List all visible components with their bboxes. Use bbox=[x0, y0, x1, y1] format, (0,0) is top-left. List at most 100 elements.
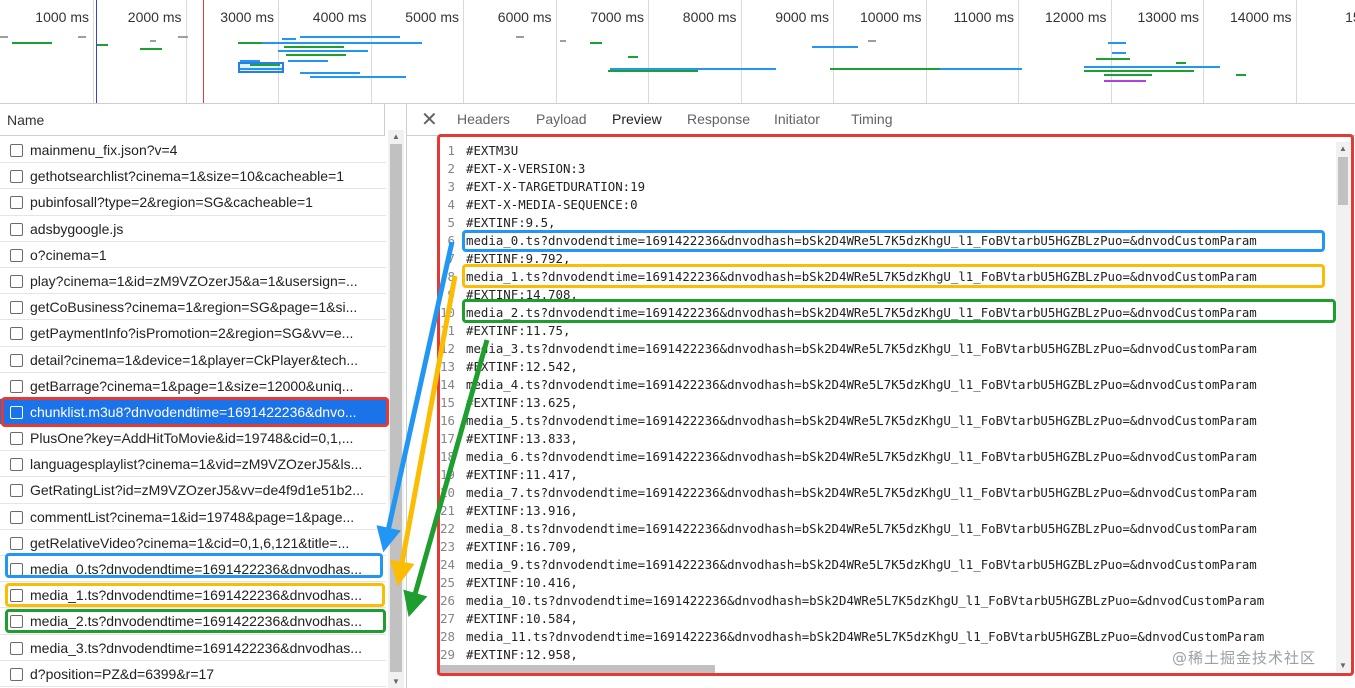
request-row[interactable]: chunklist.m3u8?dnvodendtime=1691422236&d… bbox=[0, 398, 386, 426]
line-text: #EXTINF:12.542, bbox=[466, 359, 578, 374]
scroll-down-icon[interactable]: ▼ bbox=[1339, 661, 1347, 670]
request-list-panel: Name mainmenu_fix.json?v=4 gethotsearchli… bbox=[0, 104, 407, 688]
line-text: media_3.ts?dnvodendtime=1691422236&dnvod… bbox=[466, 341, 1257, 356]
request-checkbox[interactable] bbox=[10, 432, 23, 446]
line-number: 27 bbox=[440, 611, 455, 626]
waterfall-bar bbox=[1084, 70, 1194, 72]
request-row[interactable]: commentList?cinema=1&id=19748&page=1&pag… bbox=[0, 504, 386, 530]
request-row[interactable]: mainmenu_fix.json?v=4 bbox=[0, 137, 386, 164]
code-line: 2 #EXT-X-VERSION:3 bbox=[437, 160, 1335, 178]
tab-response[interactable]: Response bbox=[687, 111, 750, 127]
request-checkbox[interactable] bbox=[10, 170, 23, 184]
line-text: #EXTINF:12.958, bbox=[466, 647, 578, 662]
tab-payload[interactable]: Payload bbox=[536, 111, 587, 127]
scrollbar-thumb[interactable] bbox=[437, 665, 715, 675]
line-text: #EXTINF:16.709, bbox=[466, 539, 578, 554]
request-name: GetRatingList?id=zM9VZOzerJ5&vv=de4f9d1e… bbox=[30, 482, 364, 499]
request-row[interactable]: adsbygoogle.js bbox=[0, 216, 386, 242]
request-row[interactable]: d?position=PZ&d=6399&r=17 bbox=[0, 661, 386, 687]
line-text: media_4.ts?dnvodendtime=1691422236&dnvod… bbox=[466, 377, 1257, 392]
request-row[interactable]: media_1.ts?dnvodendtime=1691422236&dnvod… bbox=[0, 582, 386, 609]
tab-initiator[interactable]: Initiator bbox=[774, 111, 820, 127]
line-number: 1 bbox=[447, 143, 455, 158]
waterfall-bar bbox=[150, 40, 156, 42]
line-text: media_7.ts?dnvodendtime=1691422236&dnvod… bbox=[466, 485, 1257, 500]
waterfall-bar bbox=[560, 40, 566, 42]
request-checkbox[interactable] bbox=[10, 641, 23, 655]
scroll-down-icon[interactable]: ▼ bbox=[392, 677, 400, 686]
request-row[interactable]: play?cinema=1&id=zM9VZOzerJ5&a=1&usersig… bbox=[0, 268, 386, 295]
request-row[interactable]: getBarrage?cinema=1&page=1&size=12000&un… bbox=[0, 373, 386, 399]
line-number: 23 bbox=[440, 539, 455, 554]
request-checkbox[interactable] bbox=[10, 405, 23, 419]
line-number: 16 bbox=[440, 413, 455, 428]
line-number: 29 bbox=[440, 647, 455, 662]
timeline-tick: 9000 ms bbox=[775, 0, 834, 103]
request-row[interactable]: getRelativeVideo?cinema=1&cid=0,1,6,121&… bbox=[0, 530, 386, 556]
line-number: 15 bbox=[440, 395, 455, 410]
tab-timing[interactable]: Timing bbox=[851, 111, 893, 127]
waterfall-bar bbox=[1084, 66, 1220, 68]
preview-vertical-scrollbar[interactable]: ▲ ▼ bbox=[1336, 142, 1350, 672]
timeline-tick: 1000 ms bbox=[35, 0, 94, 103]
request-checkbox[interactable] bbox=[10, 301, 23, 315]
request-name: o?cinema=1 bbox=[30, 246, 107, 263]
request-row[interactable]: media_0.ts?dnvodendtime=1691422236&dnvod… bbox=[0, 556, 386, 583]
request-list-scrollbar[interactable]: ▲ ▼ bbox=[388, 130, 404, 688]
line-number: 10 bbox=[440, 305, 455, 320]
request-row[interactable]: PlusOne?key=AddHitToMovie&id=19748&cid=0… bbox=[0, 425, 386, 452]
request-row[interactable]: GetRatingList?id=zM9VZOzerJ5&vv=de4f9d1e… bbox=[0, 477, 386, 504]
request-checkbox[interactable] bbox=[10, 563, 23, 576]
request-row[interactable]: getPaymentInfo?isPromotion=2&region=SG&v… bbox=[0, 320, 386, 347]
request-checkbox[interactable] bbox=[10, 589, 23, 603]
line-text: media_0.ts?dnvodendtime=1691422236&dnvod… bbox=[466, 233, 1257, 248]
scrollbar-thumb[interactable] bbox=[390, 144, 402, 672]
timeline-tick: 2000 ms bbox=[128, 0, 187, 103]
tab-headers[interactable]: Headers bbox=[457, 111, 510, 127]
line-number: 13 bbox=[440, 359, 455, 374]
request-checkbox[interactable] bbox=[10, 327, 23, 341]
line-number: 12 bbox=[440, 341, 455, 356]
timeline-tick-label: 9000 ms bbox=[775, 9, 829, 25]
request-checkbox[interactable] bbox=[10, 667, 23, 681]
request-checkbox[interactable] bbox=[10, 458, 23, 472]
preview-code-view[interactable]: 1 #EXTM3U 2 #EXT-X-VERSION:3 3 #EXT-X-TARGETD… bbox=[437, 142, 1335, 682]
close-icon[interactable]: ✕ bbox=[421, 107, 438, 132]
request-checkbox[interactable] bbox=[10, 144, 23, 157]
request-row[interactable]: pubinfosall?type=2&region=SG&cacheable=1 bbox=[0, 189, 386, 216]
scrollbar-thumb[interactable] bbox=[1338, 157, 1348, 205]
request-row[interactable]: getCoBusiness?cinema=1&region=SG&page=1&… bbox=[0, 294, 386, 321]
request-row[interactable]: media_2.ts?dnvodendtime=1691422236&dnvod… bbox=[0, 608, 386, 635]
code-line: 16 media_5.ts?dnvodendtime=1691422236&dnv… bbox=[437, 412, 1335, 430]
line-text: media_6.ts?dnvodendtime=1691422236&dnvod… bbox=[466, 449, 1257, 464]
scroll-up-icon[interactable]: ▲ bbox=[1339, 144, 1347, 153]
request-checkbox[interactable] bbox=[10, 615, 23, 629]
line-text: #EXTINF:9.5, bbox=[466, 215, 556, 230]
request-row[interactable]: languagesplaylist?cinema=1&vid=zM9VZOzer… bbox=[0, 451, 386, 478]
name-column-header[interactable]: Name bbox=[0, 104, 385, 136]
timeline-overview[interactable]: 1000 ms 2000 ms 3000 ms 4000 ms 5000 ms 6000 … bbox=[0, 0, 1355, 104]
request-checkbox[interactable] bbox=[10, 196, 23, 210]
waterfall-bar bbox=[12, 42, 52, 44]
request-checkbox[interactable] bbox=[10, 379, 23, 393]
timeline-tick-label: 1000 ms bbox=[35, 9, 89, 25]
request-row[interactable]: gethotsearchlist?cinema=1&size=10&cachea… bbox=[0, 163, 386, 190]
request-checkbox[interactable] bbox=[10, 484, 23, 498]
request-row[interactable]: o?cinema=1 bbox=[0, 242, 386, 268]
scroll-up-icon[interactable]: ▲ bbox=[392, 132, 400, 141]
request-row[interactable]: media_3.ts?dnvodendtime=1691422236&dnvod… bbox=[0, 635, 386, 661]
request-row[interactable]: detail?cinema=1&device=1&player=CkPlayer… bbox=[0, 347, 386, 373]
code-line: 20 media_7.ts?dnvodendtime=1691422236&dnv… bbox=[437, 484, 1335, 502]
line-number: 25 bbox=[440, 575, 455, 590]
waterfall-bar bbox=[0, 36, 8, 38]
request-checkbox[interactable] bbox=[10, 222, 23, 236]
tab-preview[interactable]: Preview bbox=[612, 111, 662, 127]
request-checkbox[interactable] bbox=[10, 510, 23, 524]
code-line: 10 media_2.ts?dnvodendtime=1691422236&dnv… bbox=[437, 304, 1335, 322]
request-name: languagesplaylist?cinema=1&vid=zM9VZOzer… bbox=[30, 456, 363, 473]
request-checkbox[interactable] bbox=[10, 353, 23, 367]
code-line: 4 #EXT-X-MEDIA-SEQUENCE:0 bbox=[437, 196, 1335, 214]
request-checkbox[interactable] bbox=[10, 274, 23, 288]
request-checkbox[interactable] bbox=[10, 536, 23, 550]
request-checkbox[interactable] bbox=[10, 248, 23, 262]
